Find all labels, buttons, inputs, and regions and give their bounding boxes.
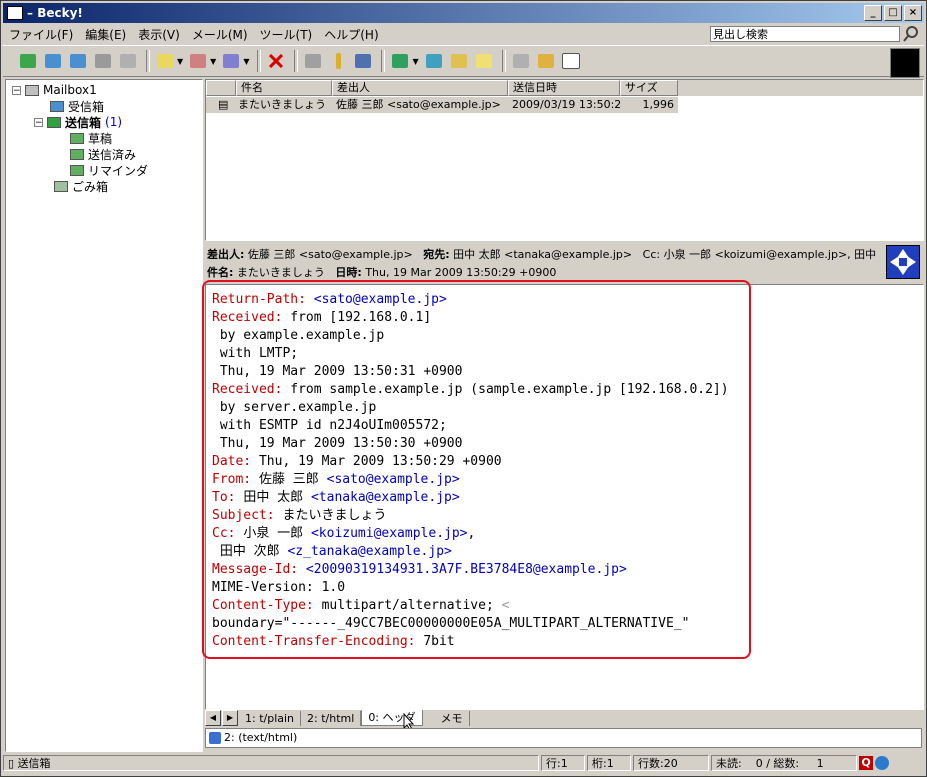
tree-mailbox[interactable]: − Mailbox1 (12, 82, 97, 98)
tree-outbox[interactable]: − 送信箱 (1) (34, 114, 122, 130)
toolbar-separator (294, 50, 299, 72)
filter-dropdown-icon[interactable]: ▼ (412, 57, 418, 66)
html-file-icon (209, 732, 221, 744)
app-icon (7, 6, 23, 20)
maximize-button[interactable]: □ (884, 5, 902, 21)
globe-icon[interactable] (875, 756, 889, 770)
drafts-icon (70, 132, 84, 144)
toolbar: ▼ ▼ ▼ ▼ (3, 45, 924, 78)
column-header-date[interactable]: 送信日時 (508, 80, 620, 96)
title-bar[interactable]: – Becky! _ □ × (3, 3, 924, 23)
receive-all-button[interactable] (17, 50, 39, 72)
collapse-icon[interactable]: − (34, 117, 43, 127)
filter-button[interactable] (389, 50, 411, 72)
tab-scroll-right-icon[interactable]: ▶ (222, 710, 238, 726)
folder-icon[interactable] (510, 50, 532, 72)
outbox-count: (1) (105, 115, 123, 129)
status-line: 行:1 (541, 755, 585, 771)
tree-drafts[interactable]: 草稿 (70, 130, 112, 146)
table-row[interactable]: ▤ またいきましょう 佐藤 三郎 <sato@example.jp> 2009/… (206, 97, 678, 113)
menu-file[interactable]: ファイル(F) (3, 26, 79, 43)
outbox-icon (47, 116, 61, 128)
new-mail-indicator-icon[interactable] (890, 48, 920, 78)
layout-icon[interactable] (560, 50, 582, 72)
tree-reminder[interactable]: リマインダ (70, 162, 148, 178)
tree-trash[interactable]: ごみ箱 (54, 178, 108, 194)
attachment-label: 2: (text/html) (224, 731, 298, 744)
minimize-button[interactable]: _ (864, 5, 882, 21)
toolbar-separator (146, 50, 150, 72)
status-line-count: 行数:20 (633, 755, 709, 771)
tree-inbox[interactable]: 受信箱 (50, 98, 104, 114)
settings-gear-icon[interactable] (423, 50, 445, 72)
resize-grip-icon[interactable] (891, 756, 903, 770)
status-folder: ▯ 送信箱 (3, 755, 539, 771)
inbox-icon (50, 100, 64, 112)
compose-dropdown-icon[interactable]: ▼ (177, 57, 183, 66)
tab-scroll-left-icon[interactable]: ◀ (205, 710, 221, 726)
search-folder-icon[interactable] (535, 50, 557, 72)
quick-quote-icon[interactable]: Q (859, 756, 873, 770)
menu-mail[interactable]: メール(M) (186, 26, 254, 43)
receive-button[interactable] (42, 50, 64, 72)
send-receive-button[interactable] (92, 50, 114, 72)
folder-tree: − Mailbox1 受信箱 − 送信箱 (1) 草稿 送信済み リマインダ ご… (5, 79, 203, 752)
delete-icon[interactable] (265, 50, 287, 72)
view-tabs: ◀ ▶ 1: t/plain 2: t/html 0: ヘッダ メモ (205, 709, 922, 727)
forward-button[interactable] (220, 50, 242, 72)
tab-text-plain[interactable]: 1: t/plain (239, 710, 302, 726)
header-pane: 差出人: 佐藤 三郎 <sato@example.jp> 宛先: 田中 太郎 <… (205, 243, 922, 283)
column-header-icon[interactable] (206, 80, 236, 96)
search-icon[interactable] (902, 25, 920, 43)
status-column: 桁:1 (587, 755, 631, 771)
header-from-line: 差出人: 佐藤 三郎 <sato@example.jp> 宛先: 田中 太郎 <… (207, 248, 877, 261)
menu-view[interactable]: 表示(V) (132, 26, 186, 43)
message-list: 件名 差出人 送信日時 サイズ ▤ またいきましょう 佐藤 三郎 <sato@e… (205, 79, 924, 241)
note-edit-icon[interactable] (473, 50, 495, 72)
tab-text-html[interactable]: 2: t/html (301, 710, 362, 726)
message-icon: ▤ (218, 98, 229, 111)
status-unread-total: 未読: 0 / 総数: 1 (711, 755, 857, 771)
reminder-icon (70, 164, 84, 176)
reply-button[interactable] (187, 50, 209, 72)
thread-button[interactable] (302, 50, 324, 72)
tab-memo[interactable]: メモ (435, 710, 470, 726)
attachment-bar[interactable]: 2: (text/html) (205, 728, 922, 748)
toolbar-separator (381, 50, 386, 72)
menu-edit[interactable]: 編集(E) (79, 26, 132, 43)
mailbox-icon (25, 84, 39, 96)
column-header-subject[interactable]: 件名 (236, 80, 332, 96)
reply-dropdown-icon[interactable]: ▼ (210, 57, 216, 66)
toolbar-separator (501, 50, 506, 72)
header-subject-line: 件名: またいきましょう 日時: Thu, 19 Mar 2009 13:50:… (207, 266, 557, 279)
send-button[interactable] (67, 50, 89, 72)
collapse-icon[interactable]: − (12, 85, 21, 95)
window-title: – Becky! (27, 6, 83, 20)
pen-icon[interactable] (327, 50, 349, 72)
trash-icon (54, 180, 68, 192)
menu-tools[interactable]: ツール(T) (254, 26, 319, 43)
address-book-button[interactable] (352, 50, 374, 72)
forward-dropdown-icon[interactable]: ▼ (243, 57, 249, 66)
column-header-from[interactable]: 差出人 (332, 80, 508, 96)
highlight-box (202, 280, 751, 659)
navigation-icon[interactable] (886, 245, 920, 279)
search-input[interactable]: 見出し検索 (710, 26, 900, 42)
compose-button[interactable] (154, 50, 176, 72)
status-bar: ▯ 送信箱 行:1 桁:1 行数:20 未読: 0 / 総数: 1 Q (3, 753, 924, 773)
clipboard-icon[interactable] (448, 50, 470, 72)
offline-button[interactable] (117, 50, 139, 72)
column-header-size[interactable]: サイズ (620, 80, 678, 96)
main-window: – Becky! _ □ × ファイル(F) 編集(E) 表示(V) メール(M… (0, 0, 927, 777)
tree-sent[interactable]: 送信済み (70, 146, 136, 162)
sent-icon (70, 148, 84, 160)
close-button[interactable]: × (904, 5, 922, 21)
menu-help[interactable]: ヘルプ(H) (318, 26, 384, 43)
toolbar-separator (257, 50, 262, 72)
